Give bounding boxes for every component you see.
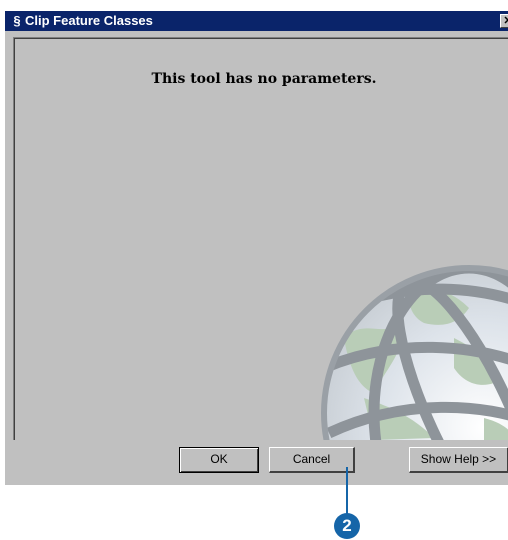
callout-number-badge: 2 <box>334 513 360 539</box>
globe-watermark-icon <box>321 265 508 440</box>
ok-button[interactable]: OK <box>179 447 259 473</box>
dialog-button-row: OK Cancel Show Help >> <box>5 447 508 487</box>
parameters-panel: This tool has no parameters. <box>13 37 508 440</box>
callout-line <box>346 467 348 516</box>
cancel-button[interactable]: Cancel <box>269 447 355 473</box>
show-help-button[interactable]: Show Help >> <box>409 447 508 473</box>
window-title: Clip Feature Classes <box>25 13 153 28</box>
no-parameters-message: This tool has no parameters. <box>151 71 377 87</box>
close-icon[interactable]: ✕ <box>500 14 508 28</box>
clip-feature-classes-dialog: § Clip Feature Classes ✕ <box>4 11 508 485</box>
script-s-icon: § <box>13 13 21 28</box>
title-bar[interactable]: § Clip Feature Classes ✕ <box>5 11 508 31</box>
